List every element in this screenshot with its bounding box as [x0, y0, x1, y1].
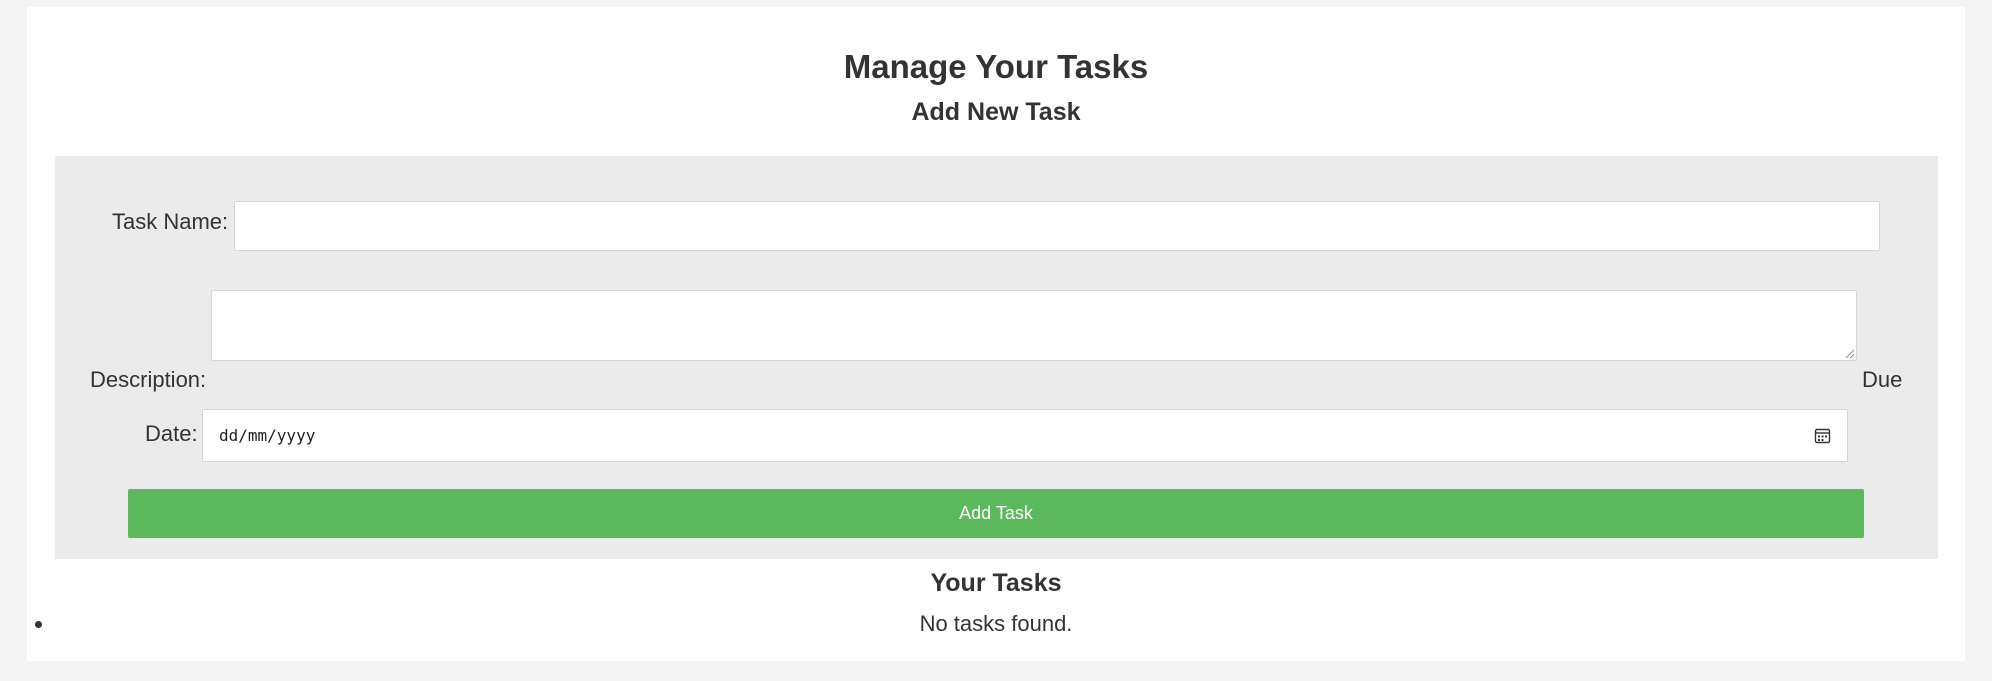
main-container: Manage Your Tasks Add New Task Task Name… — [27, 7, 1965, 661]
add-task-button[interactable]: Add Task — [128, 489, 1864, 538]
calendar-icon[interactable] — [1814, 427, 1831, 444]
page-title: Manage Your Tasks — [843, 48, 1149, 85]
task-name-input[interactable] — [234, 201, 1880, 251]
due-date-label-part1: Due — [1862, 367, 1903, 392]
description-textarea[interactable] — [211, 290, 1857, 361]
due-date-label-part2: Date: — [145, 421, 198, 446]
task-list-item: No tasks found. — [27, 604, 1965, 644]
description-label: Description: — [90, 367, 207, 392]
your-tasks-heading: Your Tasks — [930, 569, 1062, 597]
bullet-icon — [35, 621, 42, 628]
task-name-label: Task Name: — [112, 209, 229, 234]
empty-tasks-message: No tasks found. — [919, 611, 1073, 636]
add-task-form: Task Name: Description: Due Date: dd/mm/… — [55, 156, 1938, 559]
due-date-placeholder: dd/mm/yyyy — [219, 426, 316, 445]
task-list: No tasks found. — [27, 604, 1965, 644]
add-task-heading: Add New Task — [911, 98, 1081, 126]
due-date-input[interactable]: dd/mm/yyyy — [202, 409, 1848, 462]
